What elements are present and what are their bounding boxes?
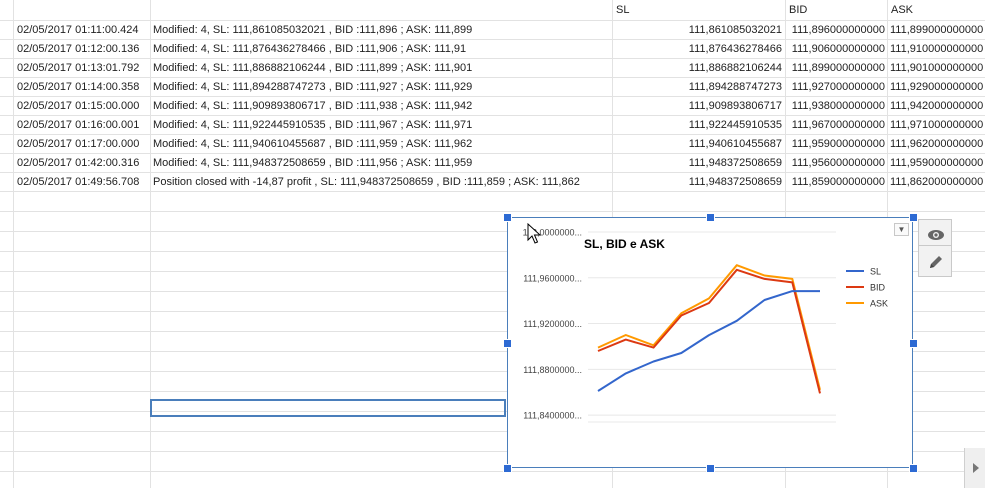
cell-message[interactable]: Modified: 4, SL: 111,909893806717 , BID … [153, 97, 611, 116]
eye-icon [928, 230, 944, 240]
resize-handle[interactable] [503, 338, 512, 348]
mouse-cursor-icon [527, 223, 541, 244]
resize-handle[interactable] [503, 213, 512, 222]
y-tick-label: 111,8400000... [523, 411, 582, 421]
cell-time[interactable]: 02/05/2017 01:16:00.001 [17, 116, 149, 135]
cell-sl[interactable]: 111,894288747273 [612, 78, 782, 97]
cell-message[interactable]: Modified: 4, SL: 111,894288747273 , BID … [153, 78, 611, 97]
chart-title: SL, BID e ASK [584, 237, 665, 251]
cell-bid[interactable]: 111,967000000000 [785, 116, 885, 135]
selected-cell-range[interactable] [150, 399, 506, 417]
cell-bid[interactable]: 111,896000000000 [785, 21, 885, 40]
cell-time[interactable]: 02/05/2017 01:14:00.358 [17, 78, 149, 97]
y-tick-label: 111,9600000... [523, 273, 582, 283]
cell-ask[interactable]: 111,942000000000 [890, 97, 985, 116]
row-gridline [0, 471, 985, 472]
edit-chart-button[interactable] [918, 245, 952, 277]
resize-handle[interactable] [909, 338, 918, 348]
cell-message[interactable]: Modified: 4, SL: 111,876436278466 , BID … [153, 40, 611, 59]
cell-bid[interactable]: 111,956000000000 [785, 154, 885, 173]
cell-message[interactable]: Modified: 4, SL: 111,861085032021 , BID … [153, 21, 611, 40]
cell-sl[interactable]: 111,948372508659 [612, 154, 782, 173]
cell-sl[interactable]: 111,886882106244 [612, 59, 782, 78]
legend-label-ask: ASK [870, 299, 888, 309]
cell-message[interactable]: Modified: 4, SL: 111,948372508659 , BID … [153, 154, 611, 173]
cell-ask[interactable]: 111,971000000000 [890, 116, 985, 135]
cell-ask[interactable]: 111,899000000000 [890, 21, 985, 40]
cell-time[interactable]: 02/05/2017 01:17:00.000 [17, 135, 149, 154]
cell-bid[interactable]: 111,906000000000 [785, 40, 885, 59]
cell-time[interactable]: 02/05/2017 01:49:56.708 [17, 173, 149, 192]
y-tick-label: 111,9200000... [523, 319, 582, 329]
pencil-icon [930, 256, 942, 268]
column-gridline [13, 0, 14, 488]
series-line-bid [597, 268, 821, 394]
resize-handle[interactable] [909, 213, 918, 222]
cell-time[interactable]: 02/05/2017 01:13:01.792 [17, 59, 149, 78]
resize-handle[interactable] [909, 464, 918, 473]
legend-label-sl: SL [870, 267, 881, 277]
cell-ask[interactable]: 111,910000000000 [890, 40, 985, 59]
cell-sl[interactable]: 111,948372508659 [612, 173, 782, 192]
row-gridline [0, 211, 985, 212]
resize-handle[interactable] [706, 464, 715, 473]
cell-ask[interactable]: 111,862000000000 [890, 173, 985, 192]
cell-bid[interactable]: 111,859000000000 [785, 173, 885, 192]
cell-sl[interactable]: 111,876436278466 [612, 40, 782, 59]
cell-ask[interactable]: 111,959000000000 [890, 154, 985, 173]
cell-bid[interactable]: 111,899000000000 [785, 59, 885, 78]
y-tick-label: 111,8800000... [523, 365, 582, 375]
embedded-chart[interactable]: SL, BID e ASK 112,0000000... 111,9600000..… [507, 217, 913, 468]
cell-message[interactable]: Modified: 4, SL: 111,922445910535 , BID … [153, 116, 611, 135]
chart-dropdown-arrow-icon[interactable]: ▼ [894, 223, 909, 236]
line-chart: SL, BID e ASK112,0000000...111,9600000..… [523, 228, 888, 423]
cell-message[interactable]: Position closed with -14,87 profit , SL:… [153, 173, 611, 192]
header-ask[interactable]: ASK [891, 1, 985, 20]
cell-time[interactable]: 02/05/2017 01:11:00.424 [17, 21, 149, 40]
cell-message[interactable]: Modified: 4, SL: 111,886882106244 , BID … [153, 59, 611, 78]
cell-sl[interactable]: 111,909893806717 [612, 97, 782, 116]
legend-label-bid: BID [870, 283, 886, 293]
cell-bid[interactable]: 111,938000000000 [785, 97, 885, 116]
header-bid[interactable]: BID [789, 1, 884, 20]
cell-sl[interactable]: 111,922445910535 [612, 116, 782, 135]
cell-bid[interactable]: 111,959000000000 [785, 135, 885, 154]
scroll-right-icon [973, 463, 979, 473]
cell-sl[interactable]: 111,940610455687 [612, 135, 782, 154]
cell-ask[interactable]: 111,962000000000 [890, 135, 985, 154]
cell-ask[interactable]: 111,901000000000 [890, 59, 985, 78]
scroll-right-button[interactable] [964, 448, 985, 488]
cell-sl[interactable]: 111,861085032021 [612, 21, 782, 40]
cell-time[interactable]: 02/05/2017 01:42:00.316 [17, 154, 149, 173]
resize-handle[interactable] [706, 213, 715, 222]
cell-bid[interactable]: 111,927000000000 [785, 78, 885, 97]
header-sl[interactable]: SL [616, 1, 776, 20]
cell-time[interactable]: 02/05/2017 01:12:00.136 [17, 40, 149, 59]
resize-handle[interactable] [503, 464, 512, 473]
cell-time[interactable]: 02/05/2017 01:15:00.000 [17, 97, 149, 116]
cell-message[interactable]: Modified: 4, SL: 111,940610455687 , BID … [153, 135, 611, 154]
cell-ask[interactable]: 111,929000000000 [890, 78, 985, 97]
